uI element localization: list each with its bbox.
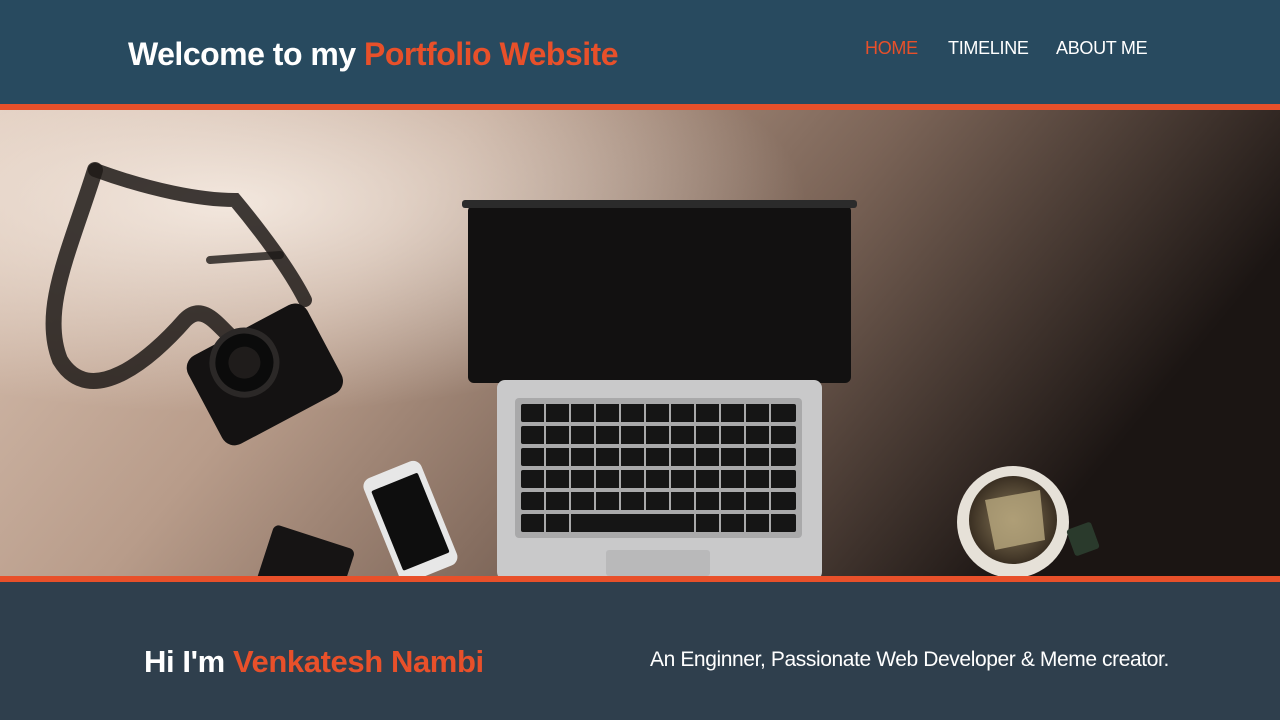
main-nav: HOME TIMELINE ABOUT ME	[0, 38, 1280, 62]
greeting-heading: Hi I'm Venkatesh Nambi	[144, 644, 484, 680]
tagline: An Enginner, Passionate Web Developer & …	[650, 648, 1169, 671]
nav-item-home[interactable]: HOME	[865, 38, 918, 59]
intro-section: Hi I'm Venkatesh Nambi An Enginner, Pass…	[0, 582, 1280, 720]
hero-image	[0, 110, 1280, 576]
nav-item-about-me[interactable]: ABOUT ME	[1056, 38, 1148, 59]
site-header: Welcome to my Portfolio Website HOME TIM…	[0, 0, 1280, 104]
author-name: Venkatesh Nambi	[232, 644, 484, 679]
nav-item-timeline[interactable]: TIMELINE	[948, 38, 1029, 59]
greeting-prefix: Hi I'm	[144, 644, 225, 679]
